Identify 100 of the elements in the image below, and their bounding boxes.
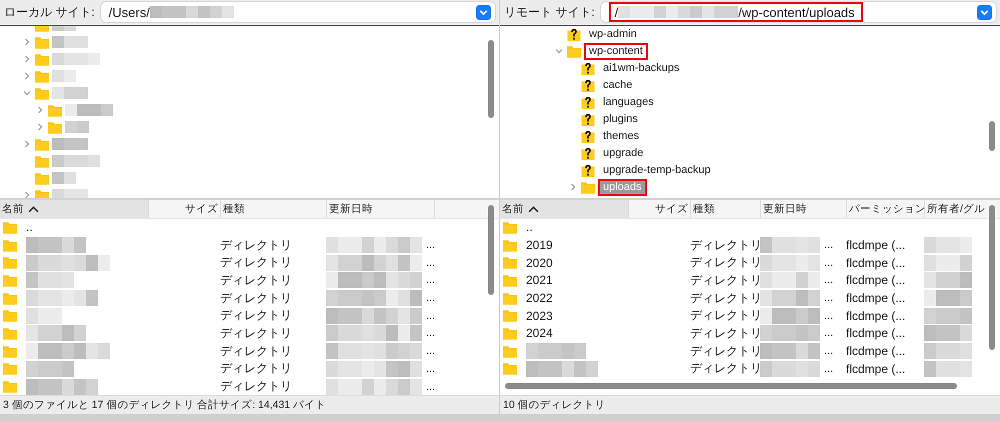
- tree-item[interactable]: languages: [598, 94, 659, 111]
- scrollbar[interactable]: [989, 120, 995, 151]
- column-header[interactable]: 更新日時: [760, 200, 846, 218]
- file-type: ディレクトリ: [690, 307, 760, 324]
- modified-date: ...: [824, 274, 834, 286]
- blurred-text: [924, 360, 972, 377]
- folder-icon: [3, 309, 17, 322]
- modified-date: ...: [426, 362, 434, 375]
- permissions: flcdmpe (...: [846, 308, 906, 323]
- modified-date: ...: [426, 239, 434, 252]
- folder-icon: [503, 344, 517, 358]
- modified-date: ...: [426, 345, 434, 358]
- question-mark-icon: [581, 96, 595, 109]
- folder-icon: [503, 220, 517, 234]
- column-header[interactable]: 種類: [220, 200, 326, 218]
- blurred-text: [52, 87, 88, 100]
- path-text: /wp-content/uploads: [738, 4, 855, 20]
- blurred-text: [760, 290, 820, 306]
- chevron-right-icon[interactable]: [22, 139, 32, 150]
- folder-icon: [3, 238, 17, 252]
- site-label: リモート サイト:: [504, 4, 595, 21]
- scrollbar[interactable]: [505, 383, 957, 390]
- tree-item[interactable]: upgrade-temp-backup: [598, 162, 716, 179]
- file-name[interactable]: 2021: [526, 273, 553, 288]
- column-header[interactable]: 名前: [0, 200, 148, 218]
- file-type: ディレクトリ: [220, 307, 292, 324]
- file-type: ディレクトリ: [220, 378, 292, 396]
- tree-item[interactable]: themes: [598, 128, 644, 145]
- modified-date: ...: [426, 310, 434, 322]
- blurred-text: [526, 343, 586, 360]
- blurred-text: [760, 272, 820, 288]
- chevron-right-icon[interactable]: [22, 190, 32, 198]
- tree-item[interactable]: wp-admin: [584, 26, 642, 43]
- chevron-right-icon[interactable]: [35, 122, 45, 132]
- permissions: flcdmpe (...: [846, 273, 906, 288]
- file-type: ディレクトリ: [690, 342, 760, 360]
- file-type: ディレクトリ: [220, 342, 292, 360]
- path-text: /: [614, 4, 618, 20]
- column-header[interactable]: 種類: [690, 200, 760, 218]
- question-mark-icon: [581, 164, 595, 177]
- folder-icon: [3, 220, 17, 234]
- blurred-text: [924, 290, 972, 306]
- file-type: ディレクトリ: [220, 254, 292, 272]
- file-type: ディレクトリ: [220, 324, 292, 342]
- folder-icon: [503, 256, 517, 270]
- folder-icon: [48, 104, 62, 117]
- file-name[interactable]: 2024: [526, 326, 553, 340]
- tree-item[interactable]: plugins: [598, 110, 643, 128]
- modified-date: ...: [824, 292, 834, 304]
- file-name[interactable]: 2020: [526, 256, 553, 270]
- path-field[interactable]: /Users/: [100, 2, 495, 22]
- blurred-text: [924, 254, 972, 271]
- column-header[interactable]: 更新日時: [326, 200, 434, 218]
- blurred-text: [52, 155, 100, 168]
- file-name[interactable]: 2022: [526, 291, 553, 306]
- file-type: ディレクトリ: [220, 290, 292, 307]
- folder-icon: [581, 180, 595, 194]
- file-name[interactable]: 2023: [526, 308, 553, 323]
- chevron-right-icon[interactable]: [22, 37, 32, 48]
- column-header[interactable]: 名前: [500, 200, 628, 218]
- permissions: flcdmpe (...: [846, 238, 906, 252]
- blurred-text: [65, 104, 113, 116]
- tree-item[interactable]: ai1wm-backups: [598, 60, 684, 77]
- file-name[interactable]: 2019: [526, 238, 553, 252]
- question-mark-icon: [581, 62, 595, 75]
- scrollbar[interactable]: [488, 204, 494, 295]
- folder-icon: [35, 70, 49, 83]
- column-header[interactable]: サイズ: [628, 200, 690, 218]
- dropdown-icon[interactable]: [977, 4, 992, 20]
- question-mark-icon: [581, 130, 595, 143]
- modified-date: ...: [824, 239, 834, 252]
- path-field[interactable]: / /wp-content/uploads: [600, 2, 996, 22]
- folder-icon: [3, 292, 17, 305]
- permissions: flcdmpe (...: [846, 256, 906, 270]
- chevron-right-icon[interactable]: [22, 54, 32, 64]
- tree-item[interactable]: wp-content: [584, 42, 648, 60]
- file-name[interactable]: ..: [26, 220, 33, 234]
- blurred-text: [760, 308, 820, 324]
- tree-item[interactable]: upgrade: [598, 144, 648, 162]
- dropdown-icon[interactable]: [476, 4, 491, 20]
- chevron-right-icon[interactable]: [568, 182, 578, 192]
- column-header[interactable]: サイズ: [148, 200, 220, 218]
- chevron-right-icon[interactable]: [22, 71, 32, 82]
- folder-icon: [503, 274, 517, 287]
- scrollbar[interactable]: [989, 204, 995, 350]
- modified-date: ...: [426, 274, 434, 286]
- folder-icon: [3, 344, 17, 358]
- modified-date: ...: [824, 256, 834, 269]
- chevron-right-icon[interactable]: [35, 105, 45, 116]
- folder-icon: [503, 292, 517, 305]
- tree-item[interactable]: cache: [598, 76, 638, 94]
- blurred-text: [52, 36, 88, 48]
- folder-icon: [3, 326, 17, 340]
- file-type: ディレクトリ: [220, 360, 292, 378]
- folder-icon: [3, 380, 17, 394]
- file-name[interactable]: ..: [526, 220, 533, 234]
- column-header[interactable]: 所有者/グル: [924, 200, 982, 218]
- question-mark-icon: [567, 28, 581, 41]
- scrollbar[interactable]: [488, 40, 494, 118]
- blurred-text: [924, 343, 972, 360]
